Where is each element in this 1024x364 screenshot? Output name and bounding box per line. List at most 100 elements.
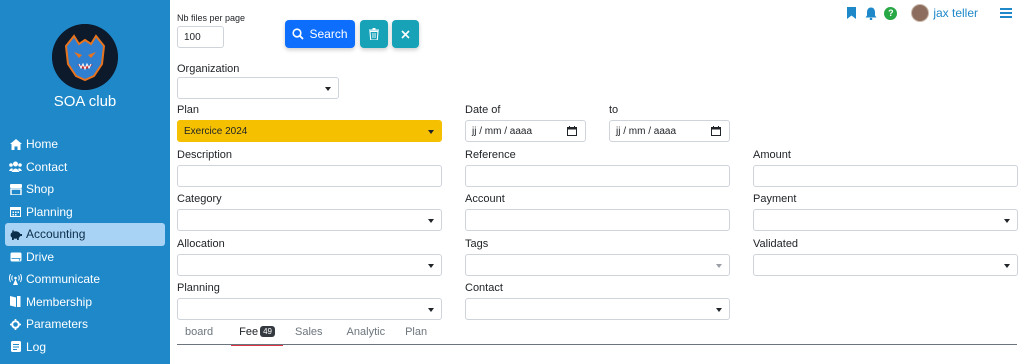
organization-select[interactable] xyxy=(177,77,339,99)
bell-icon[interactable] xyxy=(864,6,878,20)
description-input[interactable] xyxy=(177,165,442,187)
help-icon[interactable]: ? xyxy=(884,6,898,20)
chevron-down-icon xyxy=(325,87,331,91)
tags-label: Tags xyxy=(465,238,489,250)
date-of-label: Date of xyxy=(465,104,501,116)
avatar[interactable] xyxy=(911,4,930,22)
delete-button[interactable] xyxy=(360,20,388,48)
clear-button[interactable] xyxy=(392,20,419,48)
calendar-icon[interactable] xyxy=(567,126,577,136)
bookmark-icon[interactable] xyxy=(844,6,858,20)
chevron-down-icon xyxy=(428,219,434,223)
tab-board[interactable]: board xyxy=(177,326,221,344)
tab-plan[interactable]: Plan xyxy=(397,326,435,344)
count-badge: 49 xyxy=(260,326,276,337)
allocation-select[interactable] xyxy=(177,254,442,276)
club-logo[interactable] xyxy=(52,24,118,90)
date-of-input[interactable]: jj / mm / aaaa xyxy=(465,120,586,142)
chevron-down-icon xyxy=(716,308,722,312)
shop-icon xyxy=(9,183,22,195)
sidebar-item-label: Home xyxy=(26,137,59,152)
chevron-down-icon xyxy=(1004,264,1010,268)
close-icon xyxy=(401,29,410,39)
home-icon xyxy=(9,138,22,150)
sidebar-item-communicate[interactable]: Communicate xyxy=(5,268,165,291)
tab-label: Plan xyxy=(405,326,428,338)
club-name: SOA club xyxy=(53,93,117,110)
tab-analytic[interactable]: Analytic xyxy=(339,326,394,344)
drive-icon xyxy=(9,251,22,263)
top-bar: ? jax teller xyxy=(844,4,1024,22)
sidebar-item-membership[interactable]: Membership xyxy=(5,291,165,314)
nb-files-input[interactable]: 100 xyxy=(177,26,224,48)
account-label: Account xyxy=(465,193,505,205)
category-select[interactable] xyxy=(177,209,442,231)
chevron-down-icon xyxy=(1004,219,1010,223)
chevron-down-icon xyxy=(428,264,434,268)
organization-label: Organization xyxy=(177,63,240,75)
gear-icon xyxy=(9,318,22,330)
user-name[interactable]: jax teller xyxy=(933,6,978,20)
plan-select[interactable]: Exercice 2024 xyxy=(177,120,442,142)
sidebar-item-label: Communicate xyxy=(26,272,101,287)
search-button-label: Search xyxy=(309,27,348,41)
calendar-icon xyxy=(9,206,22,218)
tags-select[interactable] xyxy=(465,254,730,276)
to-date-placeholder: jj / mm / aaaa xyxy=(616,125,677,137)
amount-input[interactable] xyxy=(753,165,1018,187)
sidebar-menu: Home Contact Shop Planning Accounting Dr… xyxy=(5,133,165,358)
sidebar-item-drive[interactable]: Drive xyxy=(5,246,165,269)
search-icon xyxy=(292,28,305,40)
sidebar-item-home[interactable]: Home xyxy=(5,133,165,156)
tab-sales[interactable]: Sales xyxy=(287,326,331,344)
description-label: Description xyxy=(177,149,233,161)
validated-label: Validated xyxy=(753,238,799,250)
trash-icon xyxy=(369,28,379,40)
tab-fee[interactable]: Fee 49 xyxy=(231,326,283,346)
tabs-divider xyxy=(177,344,1017,345)
chevron-down-icon xyxy=(716,264,722,268)
sidebar-item-log[interactable]: Log xyxy=(5,336,165,359)
sidebar-item-planning[interactable]: Planning xyxy=(5,201,165,224)
nb-files-label: Nb files per page xyxy=(177,13,246,23)
sidebar-item-parameters[interactable]: Parameters xyxy=(5,313,165,336)
contact-select[interactable] xyxy=(465,298,730,320)
plan-label: Plan xyxy=(177,104,200,116)
sidebar-item-accounting[interactable]: Accounting xyxy=(5,223,165,246)
allocation-label: Allocation xyxy=(177,238,225,250)
sidebar-item-shop[interactable]: Shop xyxy=(5,178,165,201)
sidebar-item-label: Shop xyxy=(26,182,55,197)
account-input[interactable] xyxy=(465,209,730,231)
piggy-bank-icon xyxy=(9,228,22,240)
log-icon xyxy=(9,341,22,353)
nb-files-value: 100 xyxy=(184,31,201,43)
tab-label: Fee xyxy=(239,326,259,338)
sidebar-item-contact[interactable]: Contact xyxy=(5,156,165,179)
payment-label: Payment xyxy=(753,193,797,205)
validated-select[interactable] xyxy=(753,254,1018,276)
search-button[interactable]: Search xyxy=(285,20,355,48)
sidebar-item-label: Accounting xyxy=(26,227,86,242)
broadcast-icon xyxy=(9,273,22,285)
calendar-icon[interactable] xyxy=(711,126,721,136)
plan-value: Exercice 2024 xyxy=(184,125,248,137)
tab-label: Analytic xyxy=(346,326,386,338)
date-of-placeholder: jj / mm / aaaa xyxy=(472,125,533,137)
planning-select[interactable] xyxy=(177,298,442,320)
sidebar-item-label: Contact xyxy=(26,159,68,174)
sidebar-item-label: Membership xyxy=(26,294,93,309)
sidebar: SOA club Home Contact Shop Planning Acco… xyxy=(0,0,170,364)
reference-input[interactable] xyxy=(465,165,730,187)
sidebar-item-label: Planning xyxy=(26,204,73,219)
chevron-down-icon xyxy=(428,130,434,134)
sidebar-item-label: Log xyxy=(26,339,47,354)
payment-select[interactable] xyxy=(753,209,1018,231)
to-date-input[interactable]: jj / mm / aaaa xyxy=(609,120,730,142)
category-label: Category xyxy=(177,193,222,205)
tab-bar: board Fee 49 Sales Analytic Plan xyxy=(177,326,435,346)
reference-label: Reference xyxy=(465,149,516,161)
tab-label: board xyxy=(185,326,214,338)
contact-label: Contact xyxy=(465,282,503,294)
sidebar-item-label: Drive xyxy=(26,249,55,264)
menu-icon[interactable] xyxy=(1000,6,1012,20)
